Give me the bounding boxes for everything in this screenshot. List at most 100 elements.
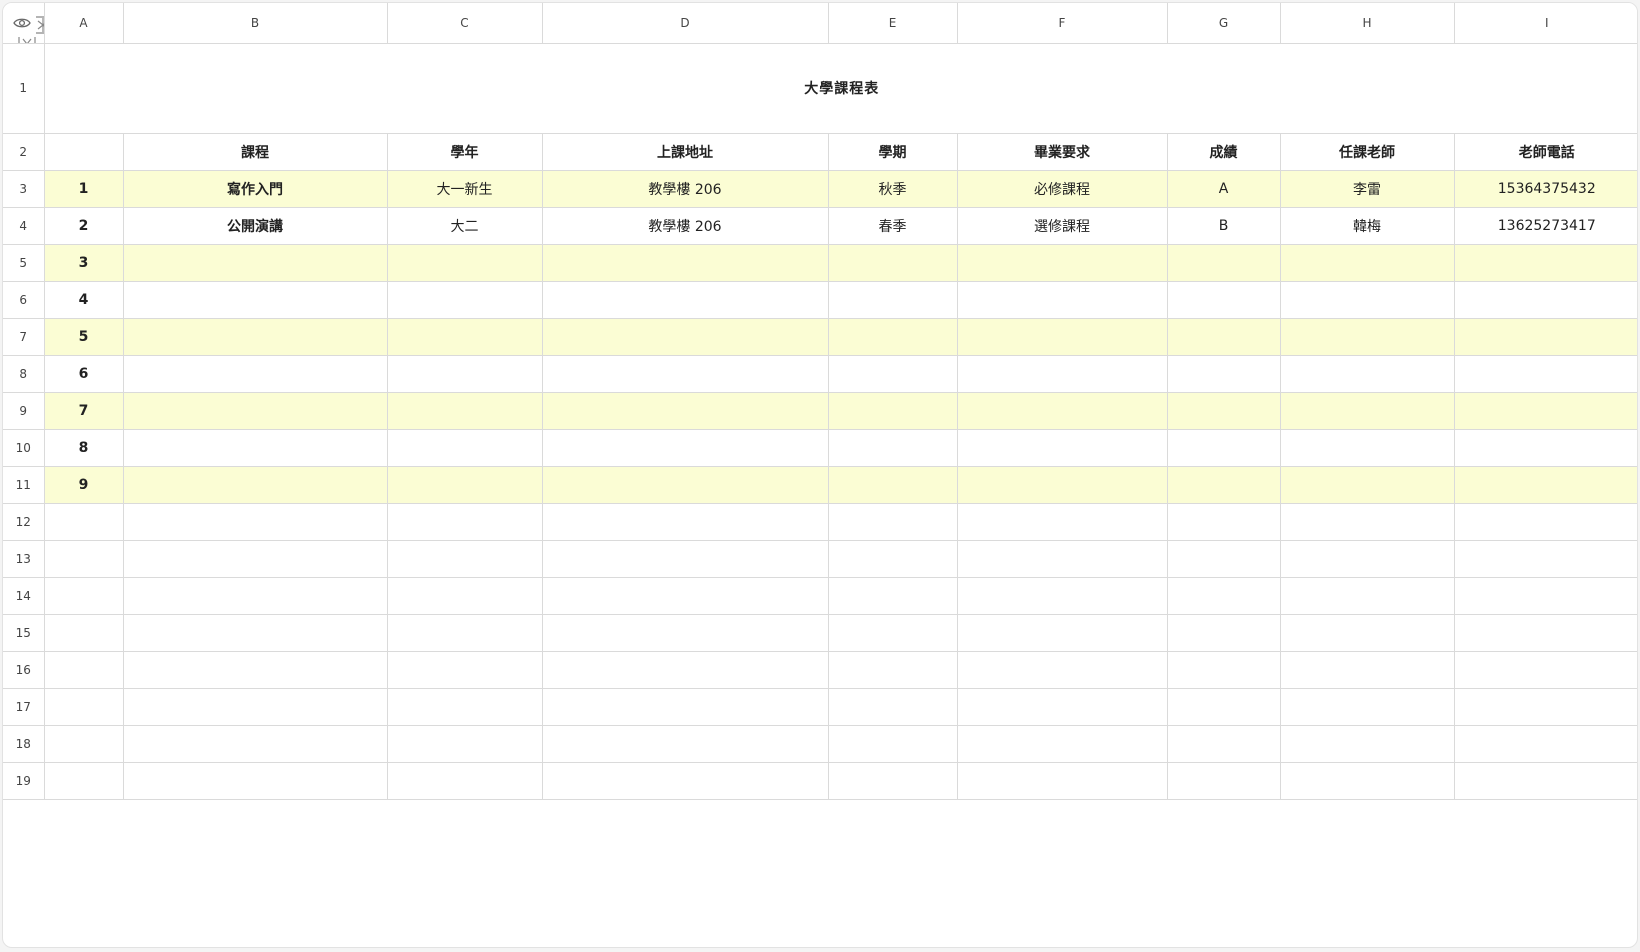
table-cell[interactable] (1166, 761, 1281, 800)
table-cell[interactable] (541, 317, 829, 356)
table-cell[interactable] (827, 354, 958, 393)
table-cell[interactable] (386, 354, 543, 393)
table-cell[interactable] (1453, 576, 1637, 615)
table-cell[interactable] (386, 724, 543, 763)
table-cell[interactable] (43, 650, 124, 689)
table-cell[interactable] (43, 132, 124, 171)
table-cell[interactable] (43, 502, 124, 541)
table-cell[interactable] (43, 613, 124, 652)
requirement-cell[interactable]: 選修課程 (956, 206, 1168, 245)
table-cell[interactable] (541, 280, 829, 319)
table-cell[interactable] (122, 650, 388, 689)
table-cell[interactable] (956, 391, 1168, 430)
table-cell[interactable] (386, 317, 543, 356)
row-header[interactable]: 1 (3, 42, 45, 134)
column-header-i[interactable]: I (1453, 3, 1637, 44)
column-header-g[interactable]: G (1166, 3, 1281, 44)
column-header-e[interactable]: E (827, 3, 958, 44)
table-cell[interactable] (827, 576, 958, 615)
table-cell[interactable] (956, 687, 1168, 726)
table-cell[interactable] (386, 428, 543, 467)
table-cell[interactable] (1279, 613, 1455, 652)
table-cell[interactable] (1279, 761, 1455, 800)
address-cell[interactable]: 教學樓 206 (541, 169, 829, 208)
table-cell[interactable] (541, 761, 829, 800)
header-course[interactable]: 課程 (122, 132, 388, 171)
table-cell[interactable] (43, 724, 124, 763)
table-cell[interactable] (1166, 613, 1281, 652)
table-cell[interactable] (956, 317, 1168, 356)
table-cell[interactable] (827, 687, 958, 726)
table-cell[interactable] (1166, 576, 1281, 615)
table-cell[interactable] (956, 761, 1168, 800)
table-cell[interactable] (1166, 317, 1281, 356)
table-cell[interactable] (386, 243, 543, 282)
table-cell[interactable] (1279, 391, 1455, 430)
table-cell[interactable] (1453, 724, 1637, 763)
table-cell[interactable] (956, 650, 1168, 689)
column-header-c[interactable]: C (386, 3, 543, 44)
table-cell[interactable] (956, 354, 1168, 393)
table-cell[interactable] (43, 576, 124, 615)
row-header[interactable]: 2 (3, 132, 45, 171)
table-cell[interactable] (122, 243, 388, 282)
phone-cell[interactable]: 15364375432 (1453, 169, 1637, 208)
index-cell[interactable]: 7 (43, 391, 124, 430)
table-cell[interactable] (1279, 465, 1455, 504)
column-header-h[interactable]: H (1279, 3, 1455, 44)
table-cell[interactable] (43, 539, 124, 578)
table-cell[interactable] (827, 317, 958, 356)
sheet-title[interactable]: 大學課程表 (43, 42, 1637, 134)
table-cell[interactable] (122, 465, 388, 504)
table-cell[interactable] (541, 391, 829, 430)
table-cell[interactable] (386, 391, 543, 430)
table-cell[interactable] (43, 761, 124, 800)
table-cell[interactable] (1453, 317, 1637, 356)
teacher-cell[interactable]: 韓梅 (1279, 206, 1455, 245)
row-header[interactable]: 18 (3, 724, 45, 763)
table-cell[interactable] (1279, 576, 1455, 615)
freeze-columns-icon[interactable] (33, 15, 44, 35)
table-cell[interactable] (956, 428, 1168, 467)
column-header-f[interactable]: F (956, 3, 1168, 44)
table-cell[interactable] (1279, 687, 1455, 726)
table-cell[interactable] (956, 576, 1168, 615)
row-header[interactable]: 19 (3, 761, 45, 800)
row-header[interactable]: 16 (3, 650, 45, 689)
year-cell[interactable]: 大二 (386, 206, 543, 245)
row-header[interactable]: 11 (3, 465, 45, 504)
table-cell[interactable] (1453, 539, 1637, 578)
table-cell[interactable] (386, 502, 543, 541)
semester-cell[interactable]: 秋季 (827, 169, 958, 208)
row-header[interactable]: 10 (3, 428, 45, 467)
table-cell[interactable] (1279, 317, 1455, 356)
header-address[interactable]: 上課地址 (541, 132, 829, 171)
table-cell[interactable] (541, 428, 829, 467)
address-cell[interactable]: 教學樓 206 (541, 206, 829, 245)
table-cell[interactable] (541, 576, 829, 615)
table-cell[interactable] (827, 761, 958, 800)
year-cell[interactable]: 大一新生 (386, 169, 543, 208)
table-cell[interactable] (541, 354, 829, 393)
table-cell[interactable] (1166, 428, 1281, 467)
table-cell[interactable] (1279, 502, 1455, 541)
table-cell[interactable] (1279, 280, 1455, 319)
table-cell[interactable] (122, 317, 388, 356)
table-cell[interactable] (386, 761, 543, 800)
table-cell[interactable] (386, 687, 543, 726)
table-cell[interactable] (1453, 391, 1637, 430)
table-cell[interactable] (827, 724, 958, 763)
index-cell[interactable]: 8 (43, 428, 124, 467)
row-header[interactable]: 8 (3, 354, 45, 393)
table-cell[interactable] (1166, 391, 1281, 430)
table-cell[interactable] (1453, 465, 1637, 504)
table-cell[interactable] (1279, 354, 1455, 393)
index-cell[interactable]: 4 (43, 280, 124, 319)
column-header-a[interactable]: A (43, 3, 124, 44)
table-cell[interactable] (386, 576, 543, 615)
table-cell[interactable] (827, 613, 958, 652)
row-header[interactable]: 5 (3, 243, 45, 282)
table-cell[interactable] (122, 354, 388, 393)
table-cell[interactable] (1453, 650, 1637, 689)
table-cell[interactable] (827, 243, 958, 282)
